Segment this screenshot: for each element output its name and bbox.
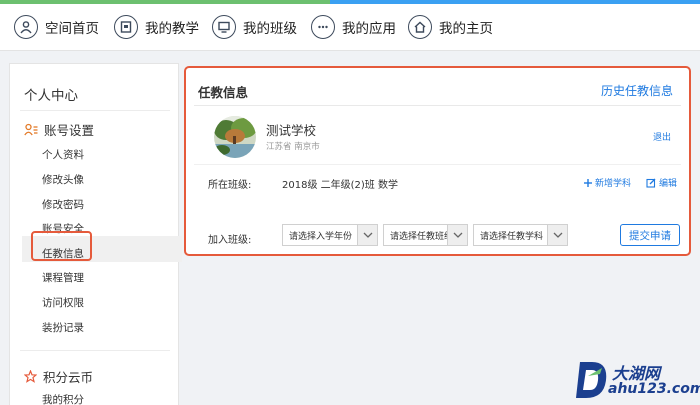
nav-label: 我的班级 (243, 21, 297, 37)
plus-icon (584, 178, 592, 187)
add-subject-button[interactable]: 新增学科 (583, 176, 631, 189)
chevron-down-icon (547, 225, 567, 245)
school-avatar (214, 116, 256, 158)
school-divider (194, 164, 681, 165)
nav-label: 我的应用 (342, 21, 396, 37)
sidebar-item-my-points[interactable]: 我的积分 (42, 392, 84, 405)
sidebar-item-decoration[interactable]: 装扮记录 (42, 320, 84, 335)
select-teaching-class[interactable]: 请选择任教班级 (383, 224, 468, 246)
sidebar-item-access[interactable]: 访问权限 (42, 295, 84, 310)
school-location: 江苏省 南京市 (266, 142, 320, 152)
class-value: 2018级 二年级(2)班 (282, 180, 375, 191)
edit-button[interactable]: 编辑 (646, 176, 677, 189)
user-icon (14, 15, 38, 39)
panel-title: 任教信息 (198, 85, 249, 100)
nav-item-my-apps[interactable]: 我的应用 (311, 4, 396, 51)
sidebar-item-avatar[interactable]: 修改头像 (42, 172, 84, 187)
lesson-icon (114, 15, 138, 39)
add-subject-label: 新增学科 (595, 179, 632, 189)
home-icon (408, 15, 432, 39)
nav-label: 我的主页 (439, 21, 493, 37)
monitor-icon (212, 15, 236, 39)
sidebar-item-courses[interactable]: 课程管理 (42, 270, 84, 285)
school-name: 测试学校 (266, 123, 317, 138)
account-settings-icon (24, 123, 38, 136)
more-icon (311, 15, 335, 39)
logout-link[interactable]: 退出 (653, 130, 671, 143)
sidebar-item-profile[interactable]: 个人资料 (42, 147, 84, 162)
sidebar-divider (20, 350, 170, 351)
sidebar-section-label: 积分云币 (43, 370, 94, 385)
sidebar-item-highlight (31, 231, 92, 261)
nav-label: 我的教学 (145, 21, 199, 37)
chevron-down-icon (357, 225, 377, 245)
sidebar: 个人中心 账号设置 个人资料 修改头像 修改密码 账号安全 任教信息 课程管理 … (9, 63, 182, 405)
teaching-info-panel: 任教信息 历史任教信息 测试学校 江苏省 南京市 退出 所在班级: 2018级 … (184, 66, 691, 256)
select-teaching-subject[interactable]: 请选择任教学科 (473, 224, 568, 246)
nav-item-my-teaching[interactable]: 我的教学 (114, 4, 199, 51)
class-label: 所在班级: (208, 180, 252, 191)
subject-value: 数学 (378, 180, 398, 191)
watermark-logo-icon (576, 362, 607, 398)
nav-item-my-class[interactable]: 我的班级 (212, 4, 297, 51)
select-placeholder: 请选择任教学科 (480, 231, 544, 242)
history-teaching-info-link[interactable]: 历史任教信息 (601, 82, 673, 99)
edit-icon (646, 178, 656, 188)
nav-item-my-homepage[interactable]: 我的主页 (408, 4, 493, 51)
sidebar-divider (20, 110, 170, 111)
sidebar-item-password[interactable]: 修改密码 (42, 197, 84, 212)
panel-title-divider (194, 105, 681, 106)
select-enrollment-year[interactable]: 请选择入学年份 (282, 224, 378, 246)
join-class-label: 加入班级: (208, 235, 252, 246)
watermark-url: ahu123.com (608, 381, 700, 397)
sidebar-section-points[interactable]: 积分云币 (24, 367, 93, 386)
sidebar-section-account[interactable]: 账号设置 (24, 120, 94, 139)
select-placeholder: 请选择任教班级 (390, 231, 447, 242)
submit-application-button[interactable]: 提交申请 (620, 224, 680, 246)
site-watermark: 大湖网 ahu123.com (570, 356, 700, 402)
select-placeholder: 请选择入学年份 (289, 231, 353, 242)
top-nav: 空间首页 我的教学 我的班级 我的应用 我的主页 (0, 4, 700, 51)
chevron-down-icon (447, 225, 467, 245)
edit-label: 编辑 (659, 179, 678, 189)
sidebar-title: 个人中心 (24, 88, 78, 104)
star-icon (24, 370, 37, 383)
sidebar-section-label: 账号设置 (44, 123, 95, 138)
nav-item-space-home[interactable]: 空间首页 (14, 4, 99, 51)
nav-label: 空间首页 (45, 21, 99, 37)
